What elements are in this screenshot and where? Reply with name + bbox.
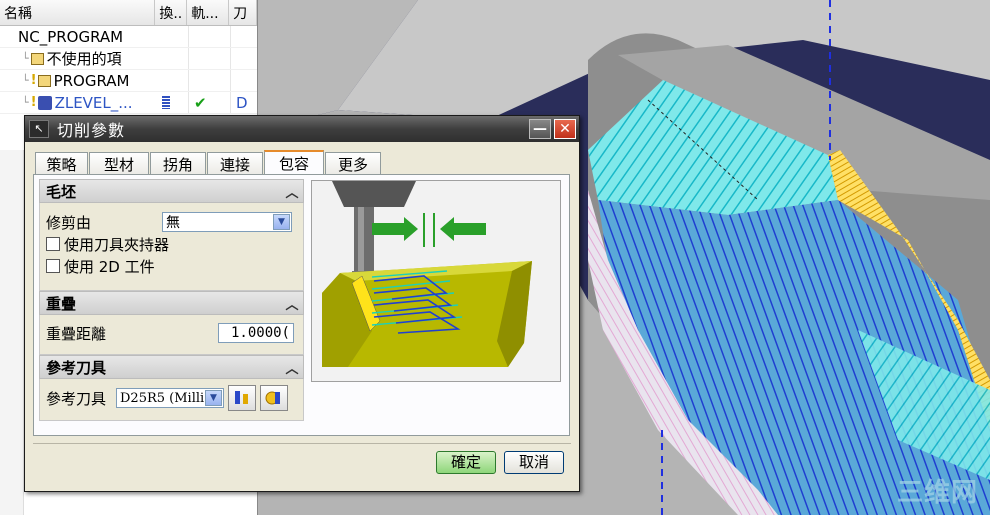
dialog-footer-separator: [33, 443, 571, 444]
overlap-group-title: 重疊: [46, 294, 77, 313]
overlap-group-body: 重疊距離 1.0000(: [39, 315, 304, 355]
collapse-chevron-icon[interactable]: ︿: [281, 358, 303, 377]
trim-by-value: 無: [166, 215, 180, 231]
tool-change-icon: [162, 96, 170, 109]
tree-item-label: 不使用的項: [46, 50, 122, 68]
minimize-button[interactable]: —: [529, 119, 551, 139]
reference-tool-select[interactable]: D25R5 (Milli ▼: [116, 388, 224, 408]
tab-stock[interactable]: 型材: [89, 152, 149, 174]
tree-row-unused-items[interactable]: └ 不使用的項: [0, 48, 257, 70]
dialog-title-bar[interactable]: ↖ 切削參數 — ✕: [25, 116, 579, 142]
reference-tool-label: 參考刀具: [46, 389, 107, 408]
dialog-title: 切削參數: [57, 121, 126, 140]
edit-tool-icon: [235, 391, 248, 404]
tree-row-zlevel-operation[interactable]: └ ! ZLEVEL_... ✔ D: [0, 92, 257, 114]
tab-corners[interactable]: 拐角: [150, 152, 206, 174]
use-tool-holder-checkbox[interactable]: [46, 237, 60, 251]
tab-strategy[interactable]: 策略: [35, 152, 88, 174]
dialog-tabs: 策略 型材 拐角 連接 包容 更多: [35, 150, 382, 174]
collapse-chevron-icon[interactable]: ︿: [281, 182, 303, 201]
blank-group-body: 修剪由 無 ▼ 使用刀具夾持器 使用 2D 工件: [39, 203, 304, 291]
tab-containment[interactable]: 包容: [264, 150, 324, 174]
group-folder-icon: [30, 52, 44, 65]
tree-item-label: NC_PROGRAM: [18, 27, 124, 46]
column-header-tool-change[interactable]: 換..: [155, 0, 188, 25]
cancel-button[interactable]: 取消: [504, 451, 564, 474]
dialog-app-icon: ↖: [29, 120, 49, 138]
tab-more[interactable]: 更多: [325, 152, 381, 174]
dropdown-arrow-icon: ▼: [205, 390, 222, 406]
close-button[interactable]: ✕: [554, 119, 576, 139]
overlap-diagram: [312, 181, 560, 381]
site-watermark-logo: 三维网: [896, 478, 978, 508]
edit-tool-button[interactable]: [228, 385, 256, 411]
program-folder-icon: [37, 74, 51, 87]
reference-tool-group-body: 參考刀具 D25R5 (Milli ▼: [39, 379, 304, 421]
collapse-chevron-icon[interactable]: ︿: [281, 294, 303, 313]
blank-group-title: 毛坯: [46, 182, 77, 201]
cutting-parameters-dialog: ↖ 切削參數 — ✕ 策略 型材 拐角 連接 包容 更多 毛坯 ︿ 修剪由 無 …: [24, 115, 580, 492]
create-tool-icon: [265, 391, 280, 405]
reference-tool-group-header[interactable]: 參考刀具 ︿: [39, 355, 304, 379]
use-2d-workpiece-checkbox[interactable]: [46, 259, 60, 273]
status-bulb-icon: !: [30, 95, 37, 110]
tool-column-value: D: [236, 93, 248, 112]
column-header-path[interactable]: 軌...: [187, 0, 230, 25]
containment-tab-panel: 毛坯 ︿ 修剪由 無 ▼ 使用刀具夾持器 使用 2D 工件 重疊 ︿ 重疊距離 …: [33, 174, 570, 436]
status-bulb-icon: !: [30, 73, 37, 88]
use-2d-workpiece-label: 使用 2D 工件: [64, 257, 155, 276]
create-tool-button[interactable]: [260, 385, 288, 411]
navigator-gutter: [0, 150, 24, 515]
tree-item-label: ZLEVEL_...: [54, 93, 133, 112]
overlap-distance-label: 重疊距離: [46, 324, 107, 343]
overlap-group-header[interactable]: 重疊 ︿: [39, 291, 304, 315]
blank-group-header[interactable]: 毛坯 ︿: [39, 179, 304, 203]
tree-row-program[interactable]: └ ! PROGRAM: [0, 70, 257, 92]
tab-connections[interactable]: 連接: [207, 152, 263, 174]
dropdown-arrow-icon: ▼: [273, 214, 290, 230]
tree-row-nc-program[interactable]: NC_PROGRAM: [0, 26, 257, 48]
zlevel-operation-icon: [37, 95, 52, 110]
column-header-tool[interactable]: 刀: [229, 0, 257, 25]
path-status-check-icon: ✔: [194, 93, 207, 112]
containment-illustration: [311, 180, 561, 382]
trim-by-select[interactable]: 無 ▼: [162, 212, 292, 232]
reference-tool-group-title: 參考刀具: [46, 358, 107, 377]
tree-item-label: PROGRAM: [53, 71, 130, 90]
reference-tool-value: D25R5 (Milli: [120, 390, 205, 406]
trim-by-label: 修剪由: [46, 213, 92, 232]
column-header-name[interactable]: 名稱: [0, 0, 156, 25]
navigator-header: 名稱 換.. 軌... 刀: [0, 0, 257, 26]
overlap-distance-input[interactable]: 1.0000(: [218, 323, 294, 343]
ok-button[interactable]: 確定: [436, 451, 496, 474]
use-tool-holder-label: 使用刀具夾持器: [64, 235, 170, 254]
